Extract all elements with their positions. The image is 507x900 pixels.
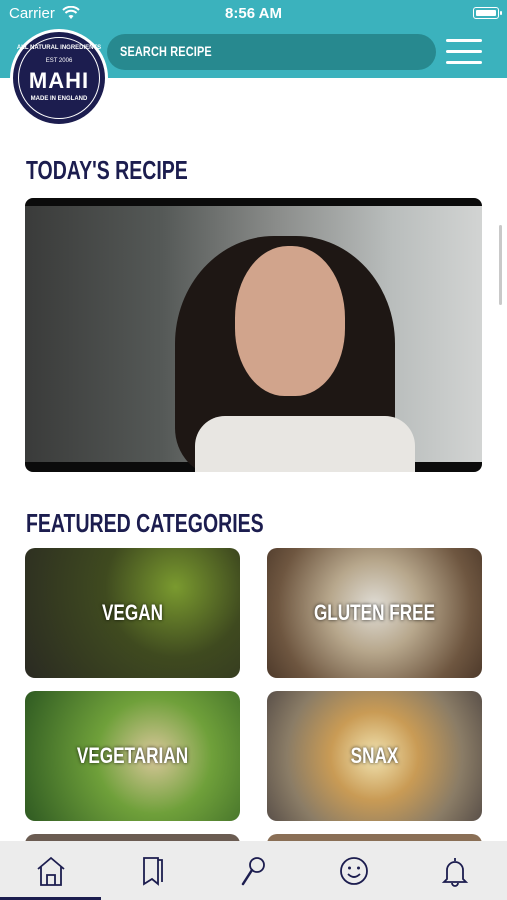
tab-bar xyxy=(0,841,507,900)
tab-profile[interactable] xyxy=(303,841,404,900)
logo-bottom-text: MADE IN ENGLAND xyxy=(30,96,88,102)
logo-top-text: ALL NATURAL INGREDIENTS xyxy=(16,45,102,51)
logo-est-text: EST 2006 xyxy=(45,58,73,64)
search-input[interactable]: SEARCH RECIPE xyxy=(107,34,436,70)
category-vegetarian[interactable]: VEGETARIAN xyxy=(25,691,240,821)
category-gluten-free[interactable]: GLUTEN FREE xyxy=(267,548,482,678)
smiley-icon xyxy=(340,857,368,885)
brand-logo[interactable]: ALL NATURAL INGREDIENTS EST 2006 MAHI MA… xyxy=(10,29,108,127)
todays-recipe-video[interactable] xyxy=(25,198,482,472)
tab-notifications[interactable] xyxy=(404,841,505,900)
category-snax[interactable]: SNAX xyxy=(267,691,482,821)
status-bar: Carrier 8:56 AM xyxy=(0,0,507,28)
menu-icon[interactable] xyxy=(446,37,482,67)
category-label: GLUTEN FREE xyxy=(313,600,436,625)
person-shirt xyxy=(195,416,415,472)
category-label: VEGAN xyxy=(101,600,164,625)
scrollbar[interactable] xyxy=(499,225,502,305)
todays-recipe-heading: TODAY'S RECIPE xyxy=(26,155,188,185)
tab-search[interactable] xyxy=(202,841,303,900)
person-face xyxy=(235,246,345,396)
category-label: VEGETARIAN xyxy=(76,743,189,768)
bell-icon xyxy=(441,858,469,887)
search-placeholder: SEARCH RECIPE xyxy=(120,43,212,59)
featured-categories-heading: FEATURED CATEGORIES xyxy=(26,508,264,538)
home-icon xyxy=(37,856,65,886)
tab-home[interactable] xyxy=(0,841,101,900)
recipe-book-icon xyxy=(143,857,163,886)
logo-name: MAHI xyxy=(28,68,90,93)
battery-icon xyxy=(473,7,502,19)
video-frame xyxy=(25,206,482,472)
category-label: SNAX xyxy=(350,743,399,768)
category-vegan[interactable]: VEGAN xyxy=(25,548,240,678)
search-icon xyxy=(241,857,265,886)
clock: 8:56 AM xyxy=(225,5,282,22)
tab-recipes[interactable] xyxy=(101,841,202,900)
